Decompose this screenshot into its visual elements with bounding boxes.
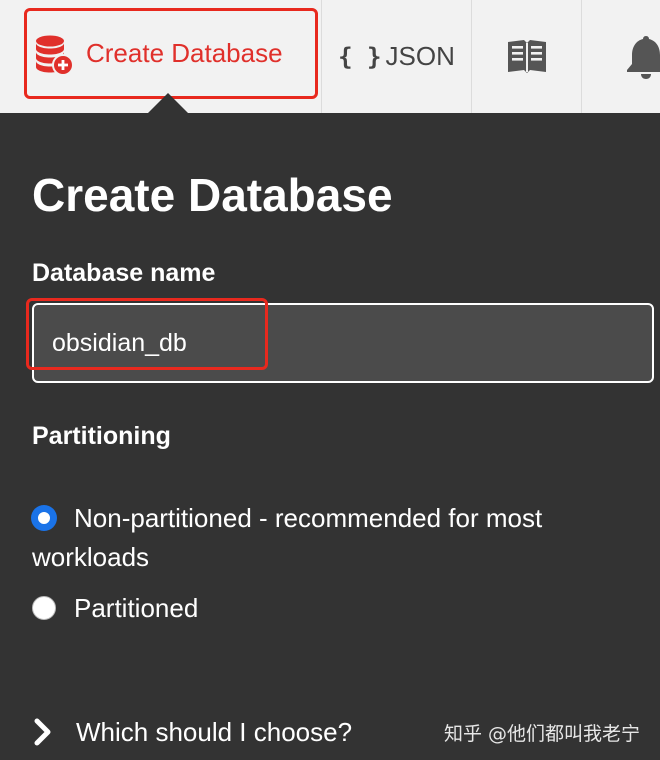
create-database-panel: Create Database Database name Partitioni… xyxy=(0,113,660,760)
database-name-input[interactable] xyxy=(32,303,654,383)
database-add-icon xyxy=(36,35,74,76)
notifications-button[interactable] xyxy=(582,0,660,113)
bell-icon xyxy=(627,35,660,79)
top-toolbar: Create Database { } JSON xyxy=(0,0,660,113)
which-should-i-choose-toggle[interactable]: Which should I choose? xyxy=(32,715,352,749)
book-icon xyxy=(507,39,546,73)
json-braces-icon: { } xyxy=(338,42,382,71)
option-partitioned[interactable]: Partitioned xyxy=(32,589,198,628)
partitioning-label: Partitioning xyxy=(32,422,171,450)
option-partitioned-label: Partitioned xyxy=(74,593,199,623)
radio-partitioned[interactable] xyxy=(32,596,56,620)
panel-title: Create Database xyxy=(32,169,393,221)
chevron-right-icon xyxy=(34,718,51,746)
json-label: JSON xyxy=(385,41,455,71)
database-name-label: Database name xyxy=(32,259,216,287)
json-button[interactable]: { } JSON xyxy=(322,0,472,113)
watermark: 知乎 @他们都叫我老宁 xyxy=(444,723,641,745)
documentation-button[interactable] xyxy=(472,0,582,113)
help-link-label: Which should I choose? xyxy=(76,717,353,747)
create-database-label: Create Database xyxy=(86,38,283,68)
radio-non-partitioned[interactable] xyxy=(32,506,56,530)
option-non-partitioned[interactable]: Non-partitioned - recommended for most w… xyxy=(32,499,632,577)
popover-pointer xyxy=(146,93,190,115)
option-non-partitioned-label: Non-partitioned - recommended for most w… xyxy=(32,503,543,572)
